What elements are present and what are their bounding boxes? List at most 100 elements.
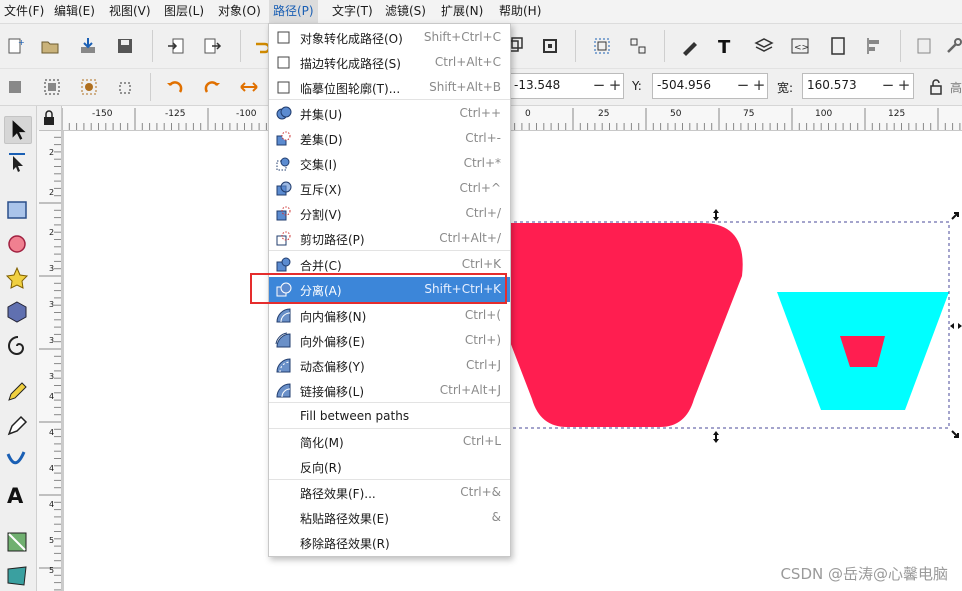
3d-box-tool-icon[interactable] — [5, 300, 29, 324]
path-menu-item-label: 粘贴路径效果(E) — [300, 512, 389, 526]
deselect-icon[interactable] — [116, 77, 136, 97]
lock-guides-button[interactable] — [37, 106, 62, 131]
new-document-icon[interactable]: + — [5, 36, 25, 56]
path-menu-item[interactable]: 并集(U) Ctrl++ — [269, 101, 510, 126]
ungroup-icon[interactable] — [628, 36, 648, 56]
gradient-tool-icon[interactable] — [5, 530, 29, 554]
y-coordinate-field[interactable]: -504.956 − + — [652, 73, 768, 99]
menu-filters[interactable]: 滤镜(S) — [381, 0, 430, 23]
path-menu-item[interactable]: 粘贴路径效果(E) & — [269, 505, 510, 530]
y-value: -504.956 — [657, 78, 711, 92]
rectangle-tool-icon[interactable] — [5, 198, 29, 222]
text-tool-icon[interactable]: A — [5, 482, 29, 506]
path-menu-item-label: 链接偏移(L) — [300, 385, 365, 399]
path-menu-item[interactable]: 剪切路径(P) Ctrl+Alt+/ — [269, 226, 510, 251]
path-menu-item[interactable]: 交集(I) Ctrl+* — [269, 151, 510, 176]
width-decrement-button[interactable]: − — [881, 76, 895, 94]
pen-tool-icon[interactable] — [5, 414, 29, 438]
difference-icon — [276, 131, 291, 146]
width-increment-button[interactable]: + — [897, 76, 911, 94]
import-doc-icon[interactable] — [166, 36, 186, 56]
select-all-icon[interactable] — [5, 77, 25, 97]
path-menu-item-shortcut: Ctrl++ — [459, 106, 501, 120]
lock-ratio-icon[interactable] — [926, 77, 946, 97]
scale-handle-bottom-right[interactable] — [951, 430, 959, 438]
ruler-tick-label: 4 — [49, 428, 55, 437]
clone-icon[interactable] — [540, 36, 560, 56]
menu-text[interactable]: 文字(T) — [328, 0, 377, 23]
menu-view[interactable]: 视图(V) — [105, 0, 155, 23]
export-doc-icon[interactable] — [202, 36, 222, 56]
star-tool-icon[interactable] — [5, 266, 29, 290]
x-decrement-button[interactable]: − — [592, 76, 606, 94]
y-increment-button[interactable]: + — [752, 76, 766, 94]
trace-bitmap-icon — [277, 81, 290, 94]
open-icon[interactable] — [40, 36, 60, 56]
menu-path[interactable]: 路径(P) — [269, 0, 318, 23]
path-menu-item[interactable]: 链接偏移(L) Ctrl+Alt+J — [269, 378, 510, 403]
align-icon[interactable] — [864, 36, 884, 56]
scale-handle-bottom[interactable] — [713, 431, 719, 443]
layers-icon[interactable] — [754, 36, 774, 56]
path-menu-item-label: Fill between paths — [300, 409, 410, 423]
menu-bar: 文件(F) 编辑(E) 视图(V) 图层(L) 对象(O) 路径(P) 文字(T… — [0, 0, 962, 24]
fill-stroke-icon[interactable] — [680, 36, 700, 56]
menu-extensions[interactable]: 扩展(N) — [437, 0, 487, 23]
path-menu-item-label: 剪切路径(P) — [300, 233, 365, 247]
path-menu-item[interactable]: 反向(R) — [269, 454, 510, 479]
scale-handle-top-right[interactable] — [951, 212, 959, 220]
path-menu-item-label: 合并(C) — [300, 259, 342, 273]
menu-help[interactable]: 帮助(H) — [495, 0, 545, 23]
path-menu-item[interactable]: 向外偏移(E) Ctrl+) — [269, 328, 510, 353]
drawing-canvas[interactable] — [62, 131, 962, 591]
xml-editor-icon[interactable]: <> — [790, 36, 810, 56]
path-menu-item[interactable]: 差集(D) Ctrl+- — [269, 126, 510, 151]
node-tool-icon[interactable] — [5, 150, 29, 174]
text-font-icon[interactable]: T — [716, 36, 736, 56]
path-menu-item[interactable]: 动态偏移(Y) Ctrl+J — [269, 353, 510, 378]
path-menu-item[interactable]: 描边转化成路径(S) Ctrl+Alt+C — [269, 50, 510, 75]
ruler-tick-label: 2 — [49, 188, 55, 197]
x-coordinate-field[interactable]: -13.548 − + — [509, 73, 624, 99]
scale-handle-top[interactable] — [713, 209, 719, 221]
rotate-cw-icon[interactable] — [202, 77, 222, 97]
menu-object[interactable]: 对象(O) — [214, 0, 265, 23]
selector-tool-icon[interactable] — [4, 116, 32, 144]
scale-handle-right[interactable] — [950, 323, 962, 329]
select-all-layers-icon[interactable] — [42, 77, 62, 97]
ellipse-tool-icon[interactable] — [5, 232, 29, 256]
invert-selection-icon[interactable] — [79, 77, 99, 97]
cut-path-icon — [276, 231, 291, 246]
rotate-ccw-icon[interactable] — [165, 77, 185, 97]
path-menu-item[interactable]: 简化(M) Ctrl+L — [269, 429, 510, 454]
menu-file[interactable]: 文件(F) — [0, 0, 48, 23]
menu-layer[interactable]: 图层(L) — [160, 0, 208, 23]
mesh-tool-icon[interactable] — [5, 564, 29, 588]
group-icon[interactable] — [592, 36, 612, 56]
width-field[interactable]: 160.573 − + — [802, 73, 914, 99]
pencil-tool-icon[interactable] — [5, 380, 29, 404]
y-decrement-button[interactable]: − — [736, 76, 750, 94]
document-properties-icon[interactable] — [828, 36, 848, 56]
path-menu-item[interactable]: 向内偏移(N) Ctrl+( — [269, 303, 510, 328]
path-menu-item[interactable]: 对象转化成路径(O) Shift+Ctrl+C — [269, 25, 510, 50]
wrench-icon[interactable] — [944, 36, 962, 56]
red-rounded-trapezoid-shape[interactable] — [502, 223, 743, 427]
save-icon[interactable] — [115, 36, 135, 56]
flip-horizontal-icon[interactable] — [239, 77, 259, 97]
menu-edit[interactable]: 编辑(E) — [50, 0, 99, 23]
preferences-icon[interactable] — [914, 36, 934, 56]
calligraphy-tool-icon[interactable] — [5, 448, 29, 472]
path-menu-item[interactable]: 路径效果(F)... Ctrl+& — [269, 480, 510, 505]
path-menu-item-shortcut: Ctrl+L — [462, 434, 501, 448]
spiral-tool-icon[interactable] — [5, 334, 29, 358]
import-icon[interactable] — [78, 36, 98, 56]
path-menu-item[interactable]: Fill between paths — [269, 404, 510, 429]
path-menu-item[interactable]: 互斥(X) Ctrl+^ — [269, 176, 510, 201]
x-increment-button[interactable]: + — [608, 76, 622, 94]
ruler-tick-label: 4 — [49, 464, 55, 473]
ruler-tick-label: -100 — [236, 109, 257, 119]
path-menu-item[interactable]: 移除路径效果(R) — [269, 530, 510, 555]
path-menu-item[interactable]: 临摹位图轮廓(T)... Shift+Alt+B — [269, 75, 510, 100]
path-menu-item[interactable]: 分割(V) Ctrl+/ — [269, 201, 510, 226]
